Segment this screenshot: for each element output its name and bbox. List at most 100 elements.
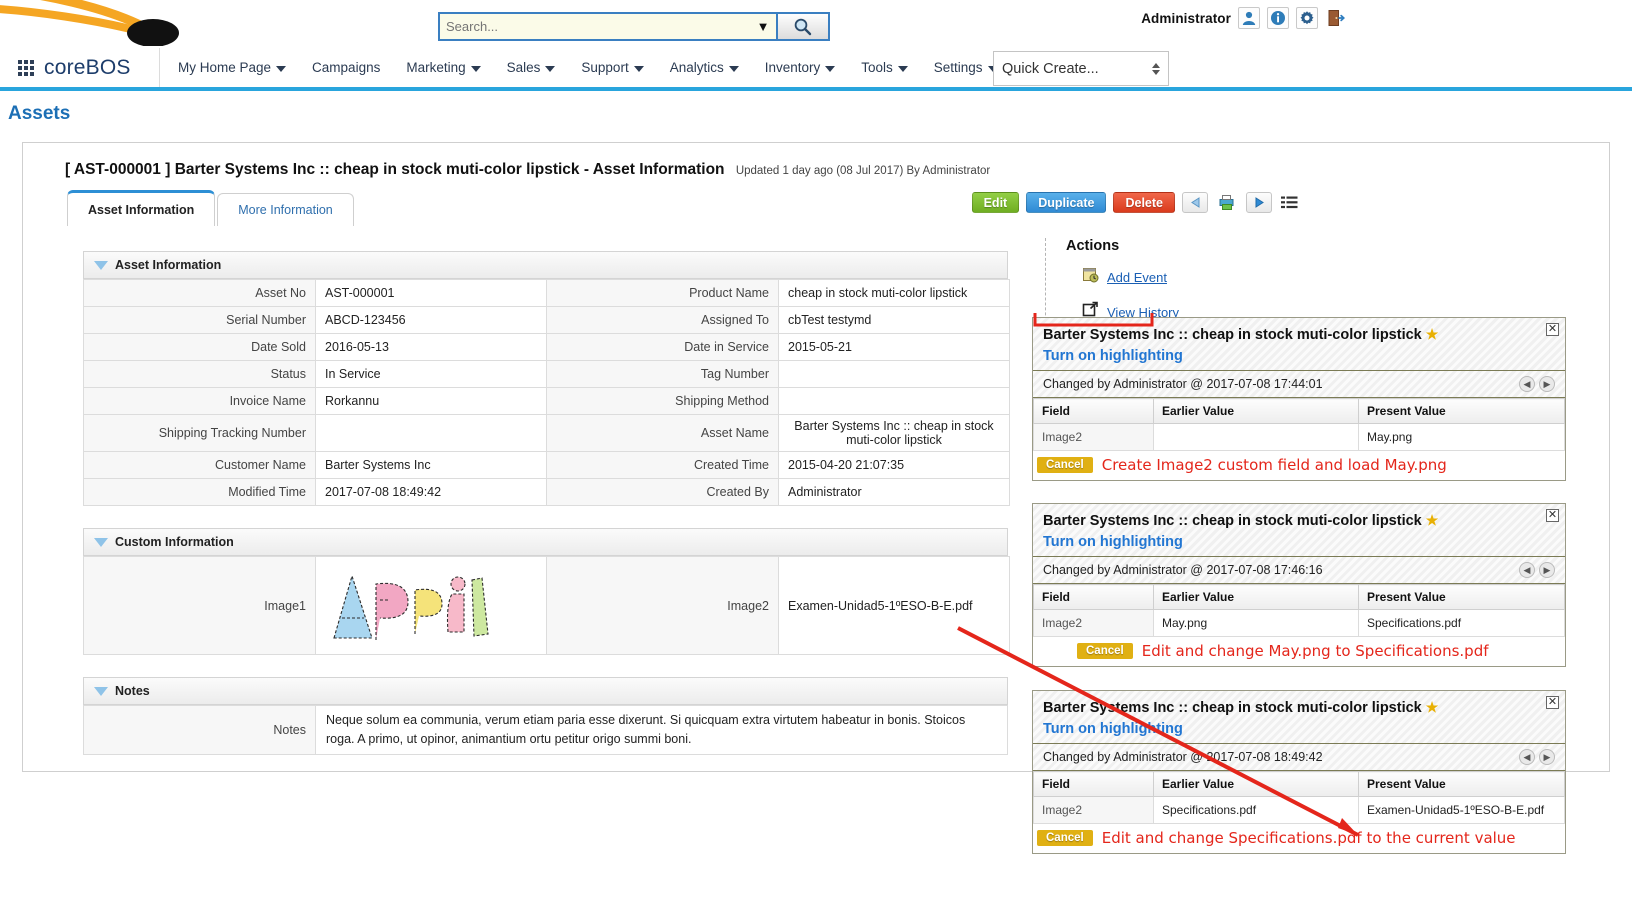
edit-button[interactable]: Edit [971,192,1020,213]
next-page-icon[interactable]: ▶ [1539,749,1555,766]
nav-label: My Home Page [178,60,272,75]
next-page-icon[interactable]: ▶ [1539,376,1555,393]
table-row: Invoice Name Rorkannu Shipping Method [83,387,1010,415]
changed-by-text: Changed by Administrator @ 2017-07-08 18… [1043,750,1323,765]
table-row: Shipping Tracking Number Asset Name Bart… [83,414,1010,452]
nav-item-my-home-page[interactable]: My Home Page [165,48,299,87]
quick-create-select[interactable]: Quick Create... [993,51,1169,86]
user-icon[interactable] [1238,7,1260,29]
col-present-value: Present Value [1358,771,1565,798]
notes-text: Neque solum ea communia, verum etiam par… [315,705,1008,755]
popup-footer: Cancel Edit and change May.png to Specif… [1033,637,1565,666]
popup-title: Barter Systems Inc :: cheap in stock mut… [1043,326,1555,344]
turn-on-highlighting-link[interactable]: Turn on highlighting [1043,721,1555,737]
nav-item-support[interactable]: Support [568,48,656,87]
tab-asset-information[interactable]: Asset Information [67,190,216,226]
chevron-down-icon[interactable]: ▼ [750,14,776,39]
close-icon[interactable]: ✕ [1546,696,1559,709]
favorite-star-icon[interactable]: ★ [1426,699,1439,715]
popup-footer: Cancel Edit and change Specifications.pd… [1033,824,1565,853]
corebos-logo[interactable] [0,0,180,46]
nav-label: Marketing [406,60,466,75]
field-value-link[interactable]: Rorkannu [315,387,547,415]
chevron-down-icon [470,65,481,72]
turn-on-highlighting-link[interactable]: Turn on highlighting [1043,534,1555,550]
nav-item-analytics[interactable]: Analytics [657,48,752,87]
next-page-icon[interactable]: ▶ [1539,562,1555,579]
search-icon [794,18,812,35]
global-search[interactable]: ▼ [438,12,830,41]
popup-title-text: Barter Systems Inc :: cheap in stock mut… [1043,513,1422,529]
block-header-custom-information[interactable]: Custom Information [83,528,1008,556]
col-field: Field [1033,584,1154,611]
field-label: Image1 [83,556,316,655]
popup-changed-by: Changed by Administrator @ 2017-07-08 17… [1033,557,1565,585]
next-arrow-icon[interactable] [1246,192,1272,213]
favorite-star-icon[interactable]: ★ [1426,326,1439,342]
field-value [778,387,1010,415]
nav-item-tools[interactable]: Tools [848,48,921,87]
close-icon[interactable]: ✕ [1546,509,1559,522]
block-title: Asset Information [115,258,222,272]
nav-label: Support [581,60,629,75]
print-icon[interactable] [1215,194,1239,211]
action-add-event[interactable]: Add Event [1066,266,1323,288]
cancel-button[interactable]: Cancel [1037,830,1093,847]
logout-icon[interactable] [1325,7,1347,29]
table-row: Serial Number ABCD-123456 Assigned To cb… [83,306,1010,334]
info-icon[interactable] [1267,7,1289,29]
popup-changed-by: Changed by Administrator @ 2017-07-08 17… [1033,371,1565,399]
cancel-button[interactable]: Cancel [1037,457,1093,474]
duplicate-button[interactable]: Duplicate [1026,192,1107,213]
edit-label: Edit [983,195,1008,210]
nav-item-campaigns[interactable]: Campaigns [299,48,393,87]
prev-page-icon[interactable]: ◀ [1519,749,1535,766]
nav-item-sales[interactable]: Sales [494,48,569,87]
nav-label: Campaigns [312,60,381,75]
field-value-link[interactable]: Administrator [778,478,1010,506]
field-label: Created Time [546,451,779,479]
top-bar: ▼ Administrator [0,0,1632,48]
chevron-down-icon [276,65,287,72]
block-title: Custom Information [115,535,234,549]
block-header-asset-information[interactable]: Asset Information [83,251,1008,279]
collapse-triangle-icon[interactable] [94,260,108,270]
block-header-notes[interactable]: Notes [83,677,1008,705]
cell-present: Specifications.pdf [1358,609,1565,638]
image2-value-link[interactable]: Examen-Unidad5-1ºESO-B-E.pdf [778,556,1010,655]
turn-on-highlighting-link[interactable]: Turn on highlighting [1043,348,1555,364]
prev-page-icon[interactable]: ◀ [1519,562,1535,579]
field-label: Modified Time [83,478,316,506]
spinner-arrows-icon[interactable] [1152,62,1160,75]
cell-present: May.png [1358,423,1565,452]
search-input[interactable] [440,14,750,39]
nav-item-marketing[interactable]: Marketing [393,48,493,87]
tab-more-information[interactable]: More Information [217,193,354,226]
app-grid-icon[interactable] [18,59,34,76]
field-value: AST-000001 [315,279,547,307]
chevron-down-icon [897,65,908,72]
table-header-row: Field Earlier Value Present Value [1033,771,1565,798]
prev-arrow-icon[interactable] [1182,192,1208,213]
collapse-triangle-icon[interactable] [94,686,108,696]
list-view-icon[interactable] [1279,196,1299,209]
field-value-link[interactable]: cheap in stock muti-color lipstick [778,279,1010,307]
delete-button[interactable]: Delete [1113,192,1175,213]
page-title: Assets [8,103,71,124]
field-value: 2017-07-08 18:49:42 [315,478,547,506]
delete-label: Delete [1125,195,1163,210]
collapse-triangle-icon[interactable] [94,537,108,547]
nav-item-inventory[interactable]: Inventory [752,48,849,87]
search-button[interactable] [776,14,828,39]
prev-page-icon[interactable]: ◀ [1519,376,1535,393]
history-popup-1: ✕ Barter Systems Inc :: cheap in stock m… [1032,317,1566,482]
close-icon[interactable]: ✕ [1546,323,1559,336]
favorite-star-icon[interactable]: ★ [1426,512,1439,528]
image1-cell[interactable] [315,556,547,655]
brand-block[interactable]: coreBOS [0,48,160,87]
field-value-link[interactable]: Barter Systems Inc [315,451,547,479]
gear-icon[interactable] [1296,7,1318,29]
action-label[interactable]: Add Event [1107,270,1167,285]
field-value-link[interactable]: cbTest testymd [778,306,1010,334]
cancel-button[interactable]: Cancel [1077,643,1133,660]
